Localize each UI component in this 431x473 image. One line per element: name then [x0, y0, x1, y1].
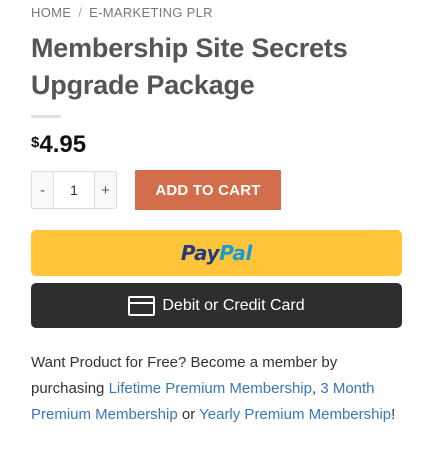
quantity-plus-button[interactable]: + [94, 172, 116, 208]
promo-end: ! [391, 406, 396, 423]
price-amount: 4.95 [39, 131, 87, 158]
promo-or: or [177, 406, 200, 423]
card-button-label: Debit or Credit Card [162, 296, 305, 314]
quantity-minus-button[interactable]: - [32, 172, 54, 208]
title-divider [31, 115, 61, 118]
breadcrumb-separator: / [78, 5, 83, 20]
paypal-logo: PayPal [180, 241, 253, 265]
breadcrumb: HOME / E-MARKETING PLR [31, 5, 213, 20]
debit-credit-card-button[interactable]: Debit or Credit Card [31, 283, 402, 328]
credit-card-icon [128, 295, 156, 316]
quantity-stepper: - + [31, 171, 117, 209]
add-to-cart-button[interactable]: ADD TO CART [135, 170, 281, 210]
membership-promo-text: Want Product for Free? Become a member b… [31, 350, 411, 428]
paypal-logo-pal: Pal [219, 241, 253, 265]
product-title: Membership Site Secrets Upgrade Package [31, 33, 348, 100]
breadcrumb-home-link[interactable]: HOME [31, 5, 71, 20]
paypal-logo-pay: Pay [180, 241, 220, 265]
breadcrumb-category-link[interactable]: E-MARKETING PLR [89, 5, 213, 20]
product-price: $4.95 [31, 131, 86, 159]
yearly-membership-link[interactable]: Yearly Premium Membership [199, 406, 391, 423]
quantity-input[interactable] [54, 172, 94, 208]
lifetime-membership-link[interactable]: Lifetime Premium Membership [109, 380, 312, 397]
product-page: HOME / E-MARKETING PLR Membership Site Sec… [0, 0, 431, 473]
currency-symbol: $ [31, 134, 40, 151]
paypal-button[interactable]: PayPal [31, 230, 402, 276]
